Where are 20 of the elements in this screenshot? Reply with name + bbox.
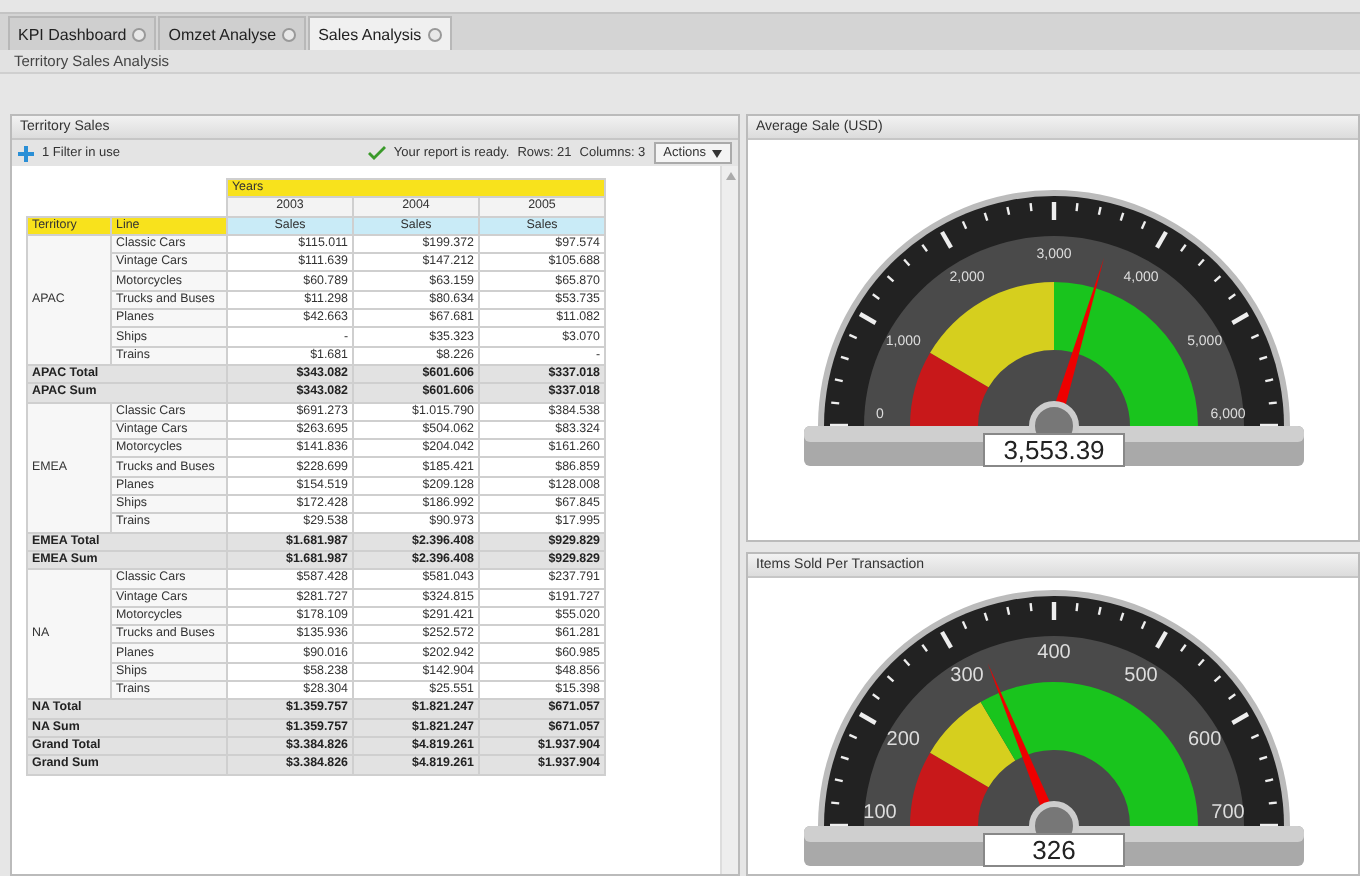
close-icon[interactable]: [282, 27, 297, 41]
scroll-up-icon[interactable]: [725, 172, 735, 180]
gauge-scale-label: 300: [949, 665, 983, 688]
close-icon[interactable]: [132, 27, 147, 41]
close-icon[interactable]: [427, 27, 442, 41]
tab[interactable]: KPI Dashboard: [8, 16, 157, 50]
gauge-scale-label: 400: [1036, 642, 1070, 665]
gauge-scale-label: 700: [1210, 802, 1244, 825]
plus-icon[interactable]: [18, 145, 34, 161]
gauge-scale-label: 500: [1123, 665, 1157, 688]
caret-icon: [712, 149, 722, 157]
gauge-reading: 326: [1031, 835, 1075, 866]
gauge-scale-label: 600: [1187, 729, 1221, 752]
gauge-reading: 3,553.39: [1002, 435, 1104, 465]
gauge-scale-label: 200: [885, 729, 919, 752]
tab[interactable]: Omzet Analyse: [158, 16, 307, 50]
gauge-scale-label: 100: [862, 802, 896, 825]
scrollbar[interactable]: [720, 166, 738, 874]
checkmark-icon: [367, 146, 386, 160]
tab[interactable]: Sales Analysis: [308, 16, 452, 50]
